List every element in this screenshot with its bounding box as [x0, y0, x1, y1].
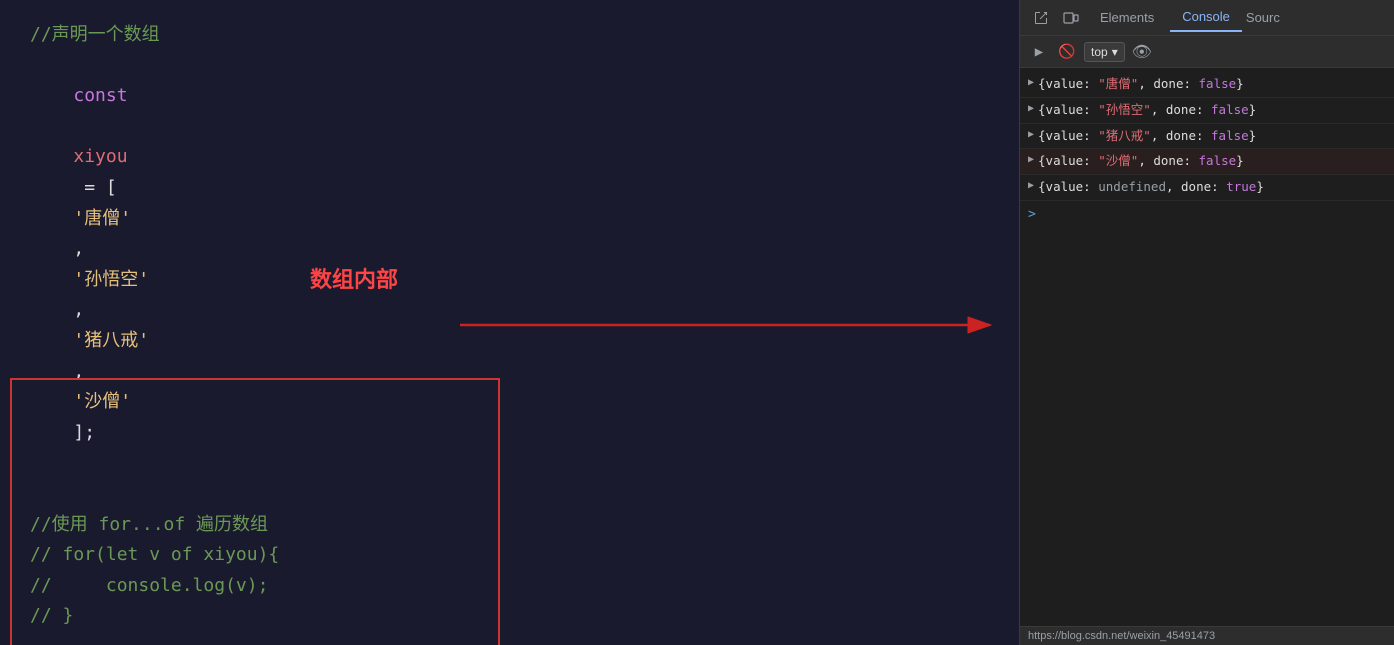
annotation-label: 数组内部 [310, 262, 398, 294]
eye-icon[interactable]: 👁 [1131, 41, 1153, 63]
code-line-2: const xiyou = [ '唐僧' , '孙悟空' , '猪八戒' , '… [30, 51, 989, 479]
devtools-tabs-bar: Elements Console Sourc [1020, 0, 1394, 36]
code-line-5: // console.log(v); [30, 571, 989, 602]
expand-triangle-3: ▶ [1028, 129, 1034, 140]
expand-triangle-4: ▶ [1028, 154, 1034, 165]
code-line-1: //声明一个数组 [30, 20, 989, 51]
console-output: ▶ {value: "唐僧", done: false} ▶ {value: "… [1020, 68, 1394, 626]
clear-icon[interactable]: 🚫 [1056, 41, 1078, 63]
code-panel: //声明一个数组 const xiyou = [ '唐僧' , '孙悟空' , … [0, 0, 1019, 645]
device-toggle-icon[interactable] [1058, 5, 1084, 31]
devtools-footer: https://blog.csdn.net/weixin_45491473 [1020, 626, 1394, 645]
run-icon[interactable]: ▶ [1028, 41, 1050, 63]
expand-triangle-2: ▶ [1028, 103, 1034, 114]
code-line-4: // for(let v of xiyou){ [30, 540, 989, 571]
context-label: top [1091, 45, 1108, 59]
code-line-6: // } [30, 601, 989, 632]
console-row-4[interactable]: ▶ {value: "沙僧", done: false} [1020, 149, 1394, 175]
console-row-1[interactable]: ▶ {value: "唐僧", done: false} [1020, 72, 1394, 98]
code-line-3: //使用 for...of 遍历数组 [30, 510, 989, 541]
console-row-5[interactable]: ▶ {value: undefined, done: true} [1020, 175, 1394, 201]
console-text-3: {value: "猪八戒", done: false} [1038, 127, 1386, 146]
expand-triangle-5: ▶ [1028, 180, 1034, 191]
console-text-2: {value: "孙悟空", done: false} [1038, 101, 1386, 120]
console-prompt[interactable]: > [1020, 201, 1394, 228]
devtools-panel: Elements Console Sourc ▶ 🚫 top ▾ 👁 ▶ {va… [1019, 0, 1394, 645]
tab-console[interactable]: Console [1170, 3, 1242, 32]
console-text-1: {value: "唐僧", done: false} [1038, 75, 1386, 94]
tab-sources-partial[interactable]: Sourc [1246, 10, 1280, 25]
console-row-2[interactable]: ▶ {value: "孙悟空", done: false} [1020, 98, 1394, 124]
console-text-4: {value: "沙僧", done: false} [1038, 152, 1386, 171]
expand-triangle-1: ▶ [1028, 77, 1034, 88]
inspector-icon[interactable] [1028, 5, 1054, 31]
console-text-5: {value: undefined, done: true} [1038, 178, 1386, 197]
code-line-empty1 [30, 479, 989, 510]
console-row-3[interactable]: ▶ {value: "猪八戒", done: false} [1020, 124, 1394, 150]
context-selector[interactable]: top ▾ [1084, 42, 1125, 62]
tab-elements[interactable]: Elements [1088, 4, 1166, 31]
context-dropdown-arrow: ▾ [1112, 45, 1118, 59]
devtools-toolbar: ▶ 🚫 top ▾ 👁 [1020, 36, 1394, 68]
code-line-empty2 [30, 632, 989, 645]
